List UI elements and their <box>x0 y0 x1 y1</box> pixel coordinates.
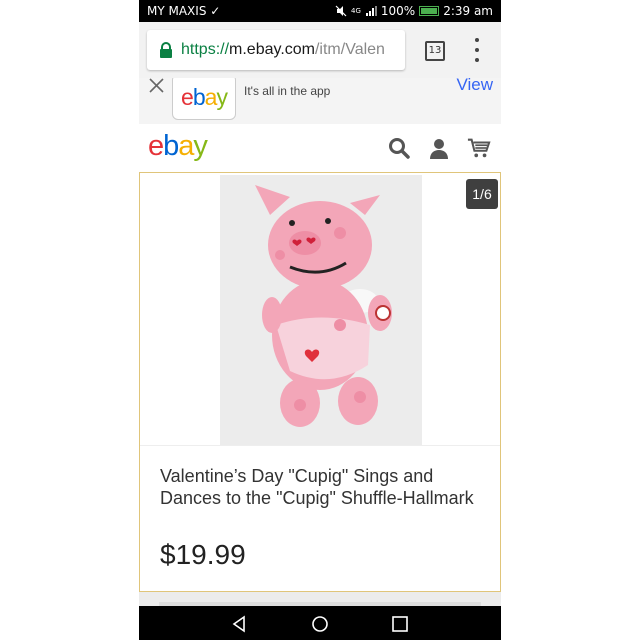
carrier-name: MY MAXIS ✓ <box>147 4 220 18</box>
network-type: 4G <box>350 7 361 15</box>
user-icon[interactable] <box>427 136 451 160</box>
recents-icon[interactable] <box>390 614 410 634</box>
image-counter: 1/6 <box>466 179 498 209</box>
product-price: $19.99 <box>160 539 246 570</box>
app-install-banner: ebay It's all in the app View <box>139 78 501 125</box>
battery-icon <box>419 6 440 16</box>
url-scheme: https:// <box>181 41 230 58</box>
search-icon[interactable] <box>387 136 411 160</box>
mute-icon <box>335 5 347 17</box>
phone-screen: MY MAXIS ✓ 4G 100% 2:39 am https://m.eba… <box>139 0 501 640</box>
url-host: m.ebay.com <box>229 41 315 58</box>
back-icon[interactable] <box>229 614 249 634</box>
clock: 2:39 am <box>443 4 493 18</box>
browser-toolbar: https://m.ebay.com/itm/Valen 13 <box>139 22 501 78</box>
banner-tagline: It's all in the app <box>244 84 331 98</box>
address-bar[interactable]: https://m.ebay.com/itm/Valen <box>147 30 405 70</box>
tab-switcher-button[interactable]: 13 <box>425 41 445 61</box>
plush-pig-illustration <box>220 175 422 445</box>
app-logo: ebay <box>172 78 236 120</box>
url-path: /itm/Valen <box>314 41 385 58</box>
product-title: Valentine’s Day "Cupig" Sings and Dances… <box>160 466 474 508</box>
battery-percent: 100% <box>380 4 416 18</box>
ebay-logo[interactable]: ebay <box>148 130 208 163</box>
lock-icon <box>159 42 175 58</box>
product-card: 1/6 Valentine’s Day "Cupig" Sings and Da… <box>139 172 501 592</box>
status-icons: 4G 100% 2:39 am <box>335 4 493 18</box>
product-image[interactable] <box>220 175 422 445</box>
home-icon[interactable] <box>310 614 330 634</box>
overflow-menu-icon[interactable] <box>473 38 481 62</box>
content-below <box>139 592 501 606</box>
system-nav-bar <box>139 606 501 640</box>
status-bar: MY MAXIS ✓ 4G 100% 2:39 am <box>139 0 501 22</box>
cart-icon[interactable] <box>467 136 491 160</box>
check-icon: ✓ <box>210 4 221 18</box>
card-divider <box>140 445 500 446</box>
signal-icon <box>365 6 377 16</box>
banner-logo-text: ebay <box>181 83 228 110</box>
close-icon[interactable] <box>147 78 165 96</box>
site-header: ebay <box>139 124 501 173</box>
url-text: https://m.ebay.com/itm/Valen <box>181 41 385 59</box>
view-app-button[interactable]: View <box>456 78 493 95</box>
carrier-label: MY MAXIS <box>147 4 207 18</box>
